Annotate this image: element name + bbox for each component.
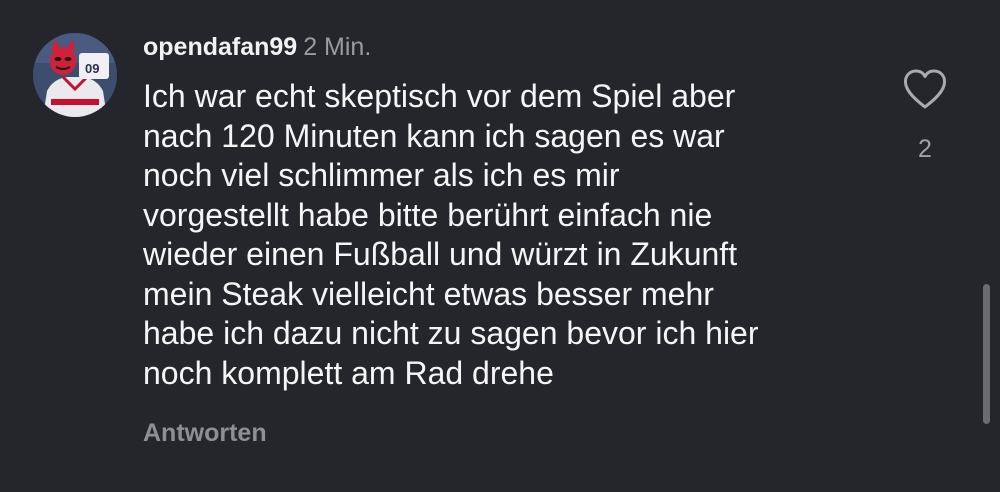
comment-header: opendafan99 2 Min. <box>143 32 371 62</box>
reply-button[interactable]: Antworten <box>143 418 267 448</box>
comment-item: 09 opendafan99 2 Min. Ich war echt skepti… <box>0 0 1000 492</box>
jersey-number: 09 <box>85 61 99 76</box>
avatar[interactable]: 09 <box>33 33 117 117</box>
scrollbar[interactable] <box>983 284 990 424</box>
timestamp: 2 Min. <box>303 33 372 61</box>
comment-text: Ich war echt skeptisch vor dem Spiel abe… <box>143 78 759 391</box>
heart-outline-icon <box>903 69 947 109</box>
like-button[interactable] <box>902 68 948 110</box>
username[interactable]: opendafan99 <box>143 33 297 61</box>
like-count: 2 <box>918 135 932 163</box>
